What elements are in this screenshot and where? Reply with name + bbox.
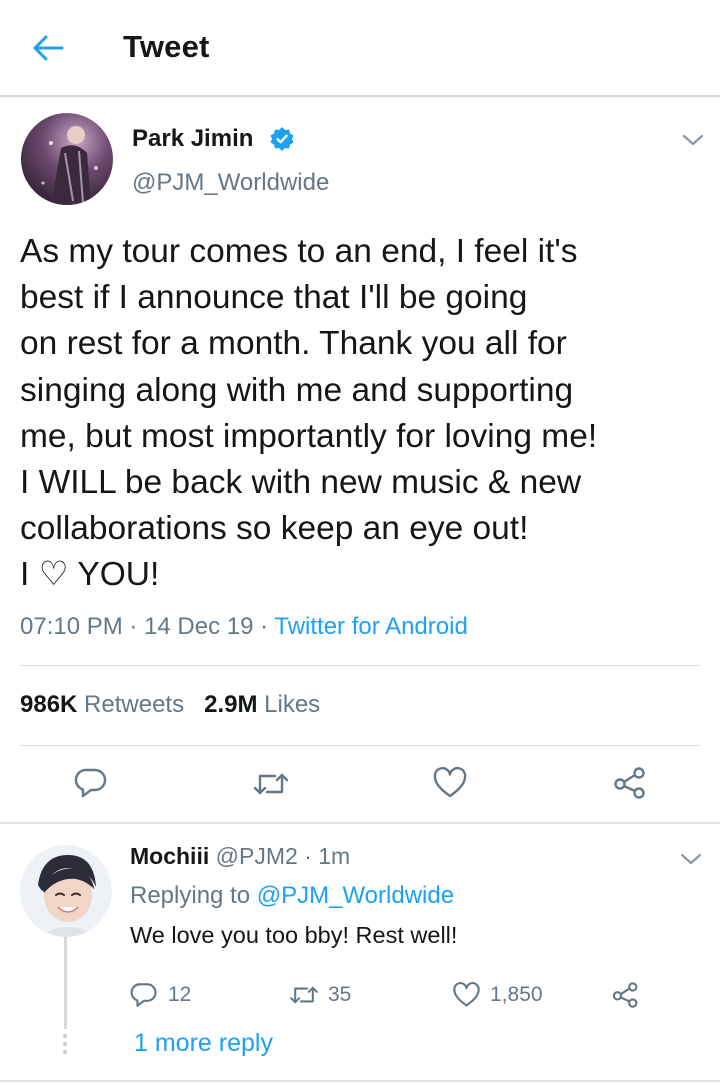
retweet-button[interactable] [251,767,291,801]
replying-to-line: Replying to @PJM_Worldwide [130,882,454,910]
top-app-bar: Tweet [0,0,720,97]
retweet-count: 35 [328,983,352,1006]
reply-like-button[interactable]: 1,850 [452,980,543,1010]
heart-icon [433,766,467,798]
reply-reply-button[interactable]: 12 [130,980,191,1010]
tweet-time: 07:10 PM [20,613,123,640]
divider [20,745,700,746]
retweet-icon [290,986,318,1004]
reply-text: We love you too bby! Rest well! [130,922,458,948]
author-name[interactable]: Park Jimin [132,125,253,153]
heart-icon [453,982,480,1007]
author-handle[interactable]: @PJM_Worldwide [132,169,329,197]
likes-label: Likes [264,691,321,718]
share-button[interactable] [612,766,648,800]
tweet-source-link[interactable]: Twitter for Android [274,613,467,640]
thread-connector-line [64,937,67,1029]
tweet-menu-chevron-down-icon[interactable] [680,131,706,149]
bottom-divider [0,1080,720,1082]
tweet-date: 14 Dec 19 [144,613,254,640]
section-divider [0,822,720,824]
meta-separator: · [253,613,275,640]
likes-stat[interactable]: 2.9M Likes [204,691,320,718]
retweets-label: Retweets [84,691,185,718]
reply-icon [130,983,157,1007]
reply-count: 12 [168,983,192,1006]
share-icon [612,982,638,1008]
reply-menu-chevron-down-icon[interactable] [678,850,704,868]
tweet-timestamp: 07:10 PM · 14 Dec 19 · Twitter for Andro… [20,613,468,641]
reply-retweet-button[interactable]: 35 [288,980,351,1010]
reply-time: 1m [318,843,351,869]
retweet-icon [253,773,289,795]
share-icon [614,767,645,799]
replying-to-mention[interactable]: @PJM_Worldwide [257,882,454,909]
author-avatar[interactable] [21,113,113,205]
retweets-stat[interactable]: 986K Retweets [20,691,184,718]
likes-count: 2.9M [204,691,258,718]
reply-button[interactable] [74,766,108,800]
like-button[interactable] [432,766,468,800]
replying-to-label: Replying to [130,882,251,909]
reply-header: Mochiii @PJM2 · 1m [130,843,350,870]
tweet-text: As my tour comes to an end, I feel it's … [20,233,598,594]
reply-author-avatar[interactable] [20,845,112,937]
arrow-left-icon [33,35,64,61]
reply-author-name[interactable]: Mochiii [130,843,209,869]
back-button[interactable] [22,28,74,68]
more-replies-link[interactable]: 1 more reply [134,1029,273,1058]
reply-author-handle[interactable]: @PJM2 [216,843,298,869]
meta-separator: · [297,843,319,869]
thread-connector-dots [63,1034,68,1058]
like-count: 1,850 [490,983,543,1006]
divider [20,665,700,666]
verified-badge-icon [269,126,295,152]
reply-icon [74,768,107,798]
retweets-count: 986K [20,691,78,718]
meta-separator: · [122,613,145,640]
page-title: Tweet [123,29,210,64]
reply-share-button[interactable] [611,980,640,1010]
engagement-stats: 986K Retweets 2.9M Likes [20,691,320,719]
